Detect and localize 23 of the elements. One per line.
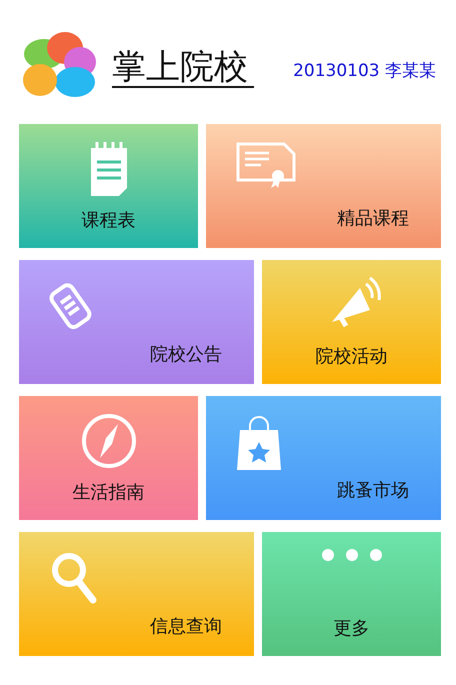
tile-label: 信息查询 bbox=[150, 615, 222, 638]
menu-tile[interactable]: 精品课程 bbox=[206, 124, 441, 248]
menu-tile[interactable]: 信息查询 bbox=[19, 532, 254, 656]
menu-tile[interactable]: 院校活动 bbox=[262, 260, 441, 384]
tile-label: 生活指南 bbox=[72, 481, 144, 504]
tile-label: 院校活动 bbox=[316, 345, 388, 368]
logo-icon bbox=[20, 30, 98, 100]
user-info: 20130103 李某某 bbox=[293, 60, 436, 82]
compass-icon bbox=[80, 412, 138, 470]
shopping-bag-icon bbox=[236, 414, 282, 472]
tile-label: 院校公告 bbox=[150, 343, 222, 366]
menu-tile[interactable]: 生活指南 bbox=[19, 396, 198, 520]
tile-label: 更多 bbox=[334, 617, 370, 640]
menu-tile[interactable]: 跳蚤市场 bbox=[206, 396, 441, 520]
app-title: 掌上院校 bbox=[112, 48, 254, 88]
more-icon bbox=[320, 548, 382, 562]
menu-tile[interactable]: 课程表 bbox=[19, 124, 198, 248]
menu-tile[interactable]: 更多 bbox=[262, 532, 441, 656]
tile-label: 精品课程 bbox=[337, 207, 409, 230]
menu-tile[interactable]: 院校公告 bbox=[19, 260, 254, 384]
certificate-icon bbox=[236, 142, 296, 188]
tile-label: 课程表 bbox=[82, 209, 136, 232]
tile-label: 跳蚤市场 bbox=[337, 479, 409, 502]
